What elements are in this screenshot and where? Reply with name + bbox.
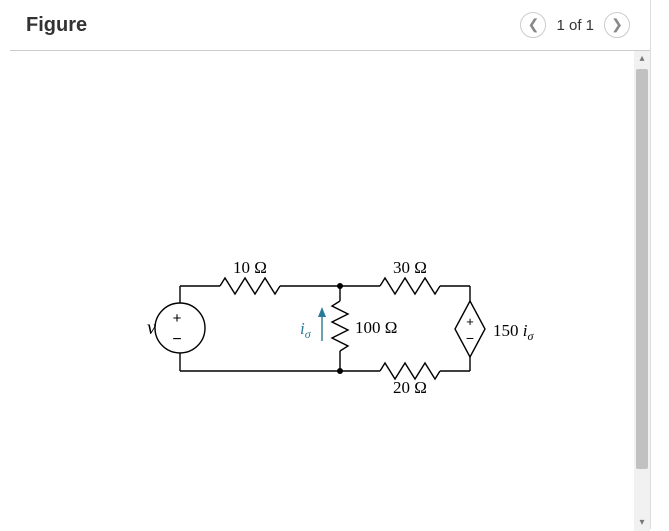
r1-label: 10 Ω: [233, 258, 267, 277]
pager-text: 1 of 1: [556, 17, 594, 34]
voltage-source-label: v: [147, 317, 156, 339]
r3-label: 100 Ω: [355, 318, 397, 337]
panel-header: Figure ❮ 1 of 1 ❯: [10, 0, 650, 51]
dep-source-label: 150 iσ: [493, 321, 534, 343]
circuit-diagram: + − + −: [10, 51, 630, 531]
svg-text:+: +: [173, 310, 182, 327]
svg-text:−: −: [466, 330, 474, 346]
r4-label: 20 Ω: [393, 378, 427, 397]
prev-button[interactable]: ❮: [520, 12, 546, 38]
scroll-up-icon[interactable]: ▴: [634, 51, 650, 67]
i-sigma-label: iσ: [300, 319, 312, 341]
scroll-thumb[interactable]: [636, 69, 648, 469]
figure-panel: Figure ❮ 1 of 1 ❯ + −: [10, 0, 651, 529]
svg-text:−: −: [172, 331, 181, 348]
r2-label: 30 Ω: [393, 258, 427, 277]
vertical-scrollbar[interactable]: ▴ ▾: [634, 51, 650, 531]
figure-title: Figure: [26, 14, 516, 37]
figure-content: + − + −: [10, 51, 650, 531]
next-button[interactable]: ❯: [604, 12, 630, 38]
svg-text:+: +: [466, 314, 474, 329]
